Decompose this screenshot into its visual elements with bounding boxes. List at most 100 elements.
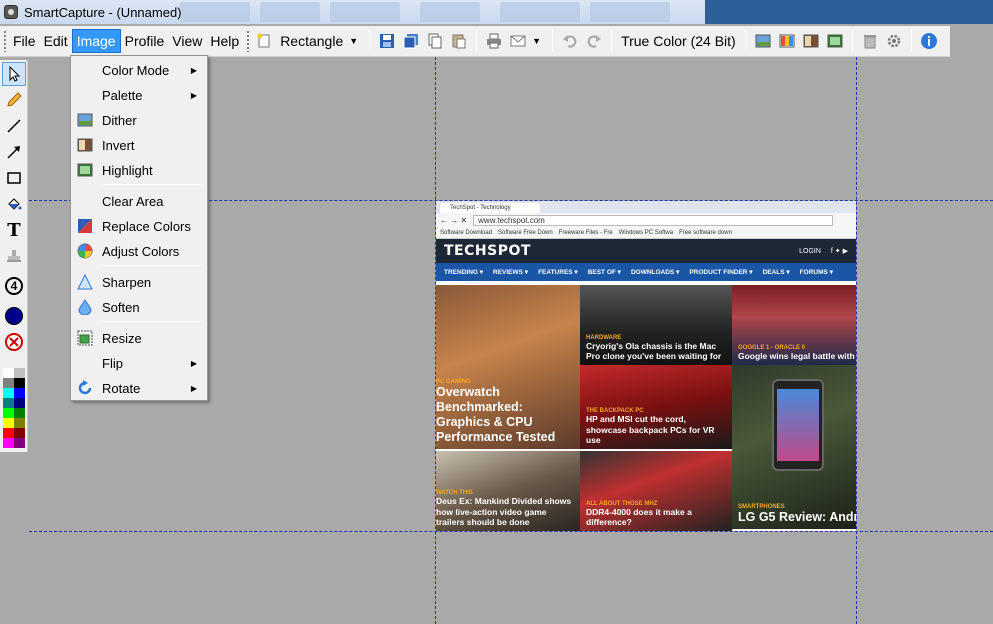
save-all-icon[interactable] [400,30,422,52]
no-color-icon[interactable] [2,330,26,354]
menu-item-label: Clear Area [102,193,164,209]
login-link: LOGIN [799,247,821,255]
image-invert-icon[interactable] [800,30,822,52]
article-tile: ALL ABOUT THOSE MHZ DDR4-4000 does it mak… [580,451,732,531]
replace-colors-icon [75,216,95,236]
color-swatch[interactable] [14,438,25,448]
article-tile: THE BACKPACK PC HP and MSI cut the cord, … [580,365,732,449]
toolbar-grip[interactable] [246,30,251,52]
menu-item-clear-area[interactable]: Clear Area [71,189,207,213]
image-dither-icon[interactable] [752,30,774,52]
color-depth-label[interactable]: True Color (24 Bit) [617,33,740,49]
menu-separator [101,321,203,322]
menu-item-soften[interactable]: Soften [71,295,207,319]
color-swatch[interactable] [14,408,25,418]
nav-item: FORUMS ▾ [799,269,833,276]
captured-image[interactable]: TechSpot - Technology ← → ✕ www.techspot… [436,201,856,531]
arrow-tool-icon[interactable] [2,140,26,164]
menu-item-highlight[interactable]: Highlight [71,158,207,182]
color-swatch[interactable] [14,388,25,398]
fill-tool-icon[interactable] [2,192,26,216]
menu-item-replace-colors[interactable]: Replace Colors [71,214,207,238]
blurred-tab [500,2,580,22]
color-swatch[interactable] [3,388,14,398]
toolbar-grip[interactable] [3,30,7,52]
redo-icon[interactable] [583,30,605,52]
menu-item-rotate[interactable]: Rotate ▶ [71,376,207,400]
menu-view[interactable]: View [168,29,206,53]
color-swatch[interactable] [3,428,14,438]
nav-item: BEST OF ▾ [587,269,621,276]
submenu-arrow-icon: ▶ [190,383,197,393]
copy-icon[interactable] [424,30,446,52]
stamp-tool-icon[interactable] [2,244,26,268]
color-swatch[interactable] [3,408,14,418]
trash-icon[interactable] [859,30,881,52]
article-tile: WATCH THIS Deus Ex: Mankind Divided shows… [436,451,580,531]
step-number-tool-icon[interactable]: 4 [2,274,26,298]
app-icon [4,5,18,19]
toolbar: File Edit Image Profile View Help Rectan… [0,26,950,57]
adjust-colors-icon [75,241,95,261]
menu-item-label: Replace Colors [102,218,191,234]
menu-file[interactable]: File [9,29,40,53]
color-swatches[interactable] [3,368,25,448]
menu-item-resize[interactable]: Resize [71,326,207,350]
line-tool-icon[interactable] [2,114,26,138]
menu-item-invert[interactable]: Invert [71,133,207,157]
text-tool-icon[interactable]: T [2,218,26,242]
new-capture-icon[interactable] [253,30,275,52]
guide-line [29,531,993,532]
email-icon[interactable] [507,30,529,52]
image-menu-dropdown: Color Mode ▶ Palette ▶ Dither Invert Hig… [70,55,208,401]
info-icon[interactable] [918,30,940,52]
settings-icon[interactable] [883,30,905,52]
color-swatch[interactable] [14,418,25,428]
browser-tab-strip: TechSpot - Technology [436,201,856,213]
menu-item-label: Flip [102,355,123,371]
save-icon[interactable] [376,30,398,52]
capture-mode-dropdown-icon[interactable]: ▼ [347,36,364,46]
rectangle-tool-icon[interactable] [2,166,26,190]
menu-item-color-mode[interactable]: Color Mode ▶ [71,58,207,82]
nav-item: PRODUCT FINDER ▾ [689,269,753,276]
color-swatch[interactable] [3,418,14,428]
resize-icon [75,328,95,348]
color-swatch[interactable] [14,428,25,438]
site-logo: TECHSPOT [444,243,531,259]
menu-image[interactable]: Image [71,29,121,53]
color-swatch[interactable] [3,398,14,408]
color-swatch[interactable] [14,398,25,408]
select-tool-icon[interactable] [2,62,26,86]
undo-icon[interactable] [559,30,581,52]
guide-line [856,57,857,624]
menu-item-palette[interactable]: Palette ▶ [71,83,207,107]
separator [851,30,853,52]
image-palette-icon[interactable] [776,30,798,52]
address-bar: ← → ✕ www.techspot.com [436,213,856,227]
menu-item-sharpen[interactable]: Sharpen [71,270,207,294]
color-swatch[interactable] [3,368,14,378]
color-swatch[interactable] [14,368,25,378]
send-dropdown-icon[interactable]: ▼ [530,36,547,46]
menu-item-label: Highlight [102,162,153,178]
pencil-tool-icon[interactable] [2,88,26,112]
window-title: SmartCapture - (Unnamed) [24,4,182,20]
menu-item-dither[interactable]: Dither [71,108,207,132]
color-swatch[interactable] [3,378,14,388]
print-icon[interactable] [483,30,505,52]
article-headline: LG G5 Review: Andr flagship goes modu [738,510,856,524]
menu-profile[interactable]: Profile [121,29,169,53]
image-highlight-icon[interactable] [824,30,846,52]
menu-edit[interactable]: Edit [40,29,72,53]
menu-item-flip[interactable]: Flip ▶ [71,351,207,375]
capture-mode-label[interactable]: Rectangle [276,33,347,49]
menu-help[interactable]: Help [206,29,243,53]
invert-icon [75,135,95,155]
color-swatch[interactable] [3,438,14,448]
article-headline: Cryorig's Ola chassis is the Mac Pro clo… [586,340,722,361]
primary-color-icon[interactable] [2,304,26,328]
color-swatch[interactable] [14,378,25,388]
paste-icon[interactable] [448,30,470,52]
menu-item-adjust-colors[interactable]: Adjust Colors [71,239,207,263]
